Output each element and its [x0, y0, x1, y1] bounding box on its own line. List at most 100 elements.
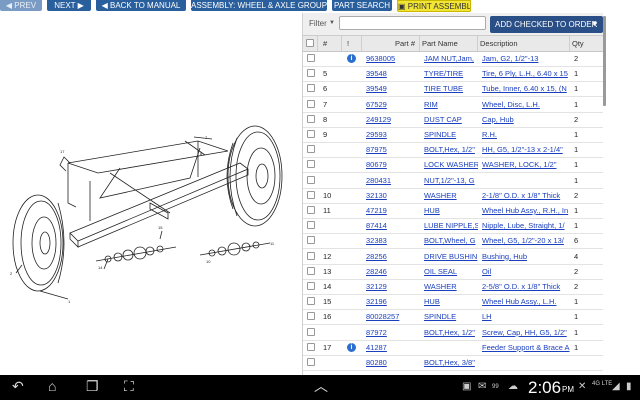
- cell-name[interactable]: DRIVE BUSHIN: [424, 249, 478, 264]
- cell-part[interactable]: 32129: [366, 279, 420, 294]
- header-part-number[interactable]: Part #: [362, 36, 420, 51]
- cell-desc[interactable]: 2-1/8" O.D. x 1/8" Thick: [482, 188, 570, 203]
- recent-apps-icon[interactable]: ❐: [86, 378, 99, 395]
- info-icon[interactable]: i: [347, 54, 356, 63]
- table-row[interactable]: 87414 LUBE NIPPLE,S Nipple, Lube, Straight…: [303, 218, 604, 235]
- cell-name[interactable]: HUB: [424, 203, 478, 218]
- table-row[interactable]: 7 67529 RIM Wheel, Disc, L.H. 1: [303, 97, 604, 113]
- row-checkbox[interactable]: [307, 282, 315, 290]
- table-row[interactable]: 11 47219 HUB Wheel Hub Assy., R.H., In 1: [303, 203, 604, 219]
- table-row[interactable]: 80679 LOCK WASHER WASHER, LOCK, 1/2" 1: [303, 157, 604, 174]
- row-checkbox[interactable]: [307, 99, 315, 108]
- cell-part[interactable]: 9638005: [366, 51, 420, 66]
- row-checkbox[interactable]: [307, 114, 315, 123]
- row-checkbox[interactable]: [307, 358, 315, 366]
- header-num[interactable]: #: [318, 36, 342, 51]
- cell-name[interactable]: BOLT,Hex, 3/8": [424, 355, 478, 370]
- cell-part[interactable]: 87972: [366, 325, 420, 340]
- cell-part[interactable]: 249129: [366, 112, 420, 127]
- cell-name[interactable]: [424, 340, 478, 355]
- table-row[interactable]: 6 39549 TIRE TUBE Tube, Inner, 6.40 x 15, (…: [303, 81, 604, 98]
- home-icon[interactable]: ⌂: [48, 378, 56, 394]
- cell-part[interactable]: 87414: [366, 218, 420, 233]
- add-checked-to-order-button[interactable]: ADD CHECKED TO ORDER ▼: [490, 16, 603, 33]
- cell-name[interactable]: LOCK WASHER: [424, 157, 478, 172]
- header-qty[interactable]: Qty: [570, 36, 604, 51]
- cell-desc[interactable]: Jam, G2, 1/2"-13: [482, 51, 570, 66]
- cell-part[interactable]: 87975: [366, 142, 420, 157]
- table-row[interactable]: 87975 BOLT,Hex, 1/2" HH, G5, 1/2"-13 x 2-1…: [303, 142, 604, 159]
- cell-desc[interactable]: Screw, Cap, HH, G5, 1/2": [482, 325, 570, 340]
- cell-desc[interactable]: Wheel Hub Assy., R.H., In: [482, 203, 570, 218]
- cell-part[interactable]: 47219: [366, 203, 420, 218]
- cell-desc[interactable]: [482, 355, 570, 370]
- cell-part[interactable]: 280431: [366, 173, 420, 188]
- cell-name[interactable]: WASHER: [424, 279, 478, 294]
- cell-name[interactable]: BOLT,Hex, 1/2": [424, 142, 478, 157]
- cell-desc[interactable]: Wheel, G5, 1/2"-20 x 13/: [482, 233, 570, 248]
- cell-name[interactable]: BOLT,Wheel, G: [424, 233, 478, 248]
- cell-part[interactable]: 39549: [366, 81, 420, 96]
- header-part-name[interactable]: Part Name: [420, 36, 478, 51]
- prev-button[interactable]: ◀ PREV: [0, 0, 42, 11]
- table-row[interactable]: 12 28256 DRIVE BUSHIN Bushing, Hub 4: [303, 249, 604, 265]
- cell-desc[interactable]: R.H.: [482, 127, 570, 142]
- cell-desc[interactable]: Wheel Hub Assy., L.H.: [482, 294, 570, 309]
- cell-desc[interactable]: Bushing, Hub: [482, 249, 570, 264]
- assembly-drawing[interactable]: 12 78 14 15 10 11 17: [0, 13, 300, 375]
- cell-desc[interactable]: Feeder Support & Brace A: [482, 340, 570, 355]
- cell-part[interactable]: 32383: [366, 233, 420, 248]
- cell-name[interactable]: JAM NUT,Jam,: [424, 51, 478, 66]
- cell-name[interactable]: SPINDLE: [424, 309, 478, 324]
- row-checkbox[interactable]: [307, 69, 315, 78]
- cell-name[interactable]: NUT,1/2"-13, G: [424, 173, 478, 188]
- cell-part[interactable]: 28256: [366, 249, 420, 264]
- cell-part[interactable]: 67529: [366, 97, 420, 112]
- row-checkbox[interactable]: [307, 312, 315, 321]
- cell-desc[interactable]: HH, G5, 1/2"-13 x 2-1/4": [482, 142, 570, 157]
- header-flag[interactable]: !: [342, 36, 362, 51]
- table-row[interactable]: 10 32130 WASHER 2-1/8" O.D. x 1/8" Thick 2: [303, 188, 604, 204]
- row-checkbox[interactable]: [307, 130, 315, 138]
- part-search-button[interactable]: PART SEARCH: [332, 0, 392, 11]
- row-checkbox[interactable]: [307, 221, 315, 230]
- table-row[interactable]: 32383 BOLT,Wheel, G Wheel, G5, 1/2"-20 x 1…: [303, 233, 604, 250]
- table-row[interactable]: 9 29593 SPINDLE R.H. 1: [303, 127, 604, 143]
- cell-desc[interactable]: WASHER, LOCK, 1/2": [482, 157, 570, 172]
- assembly-title-button[interactable]: ASSEMBLY: WHEEL & AXLE GROUP: [191, 0, 327, 11]
- cell-desc[interactable]: Nipple, Lube, Straight, 1/: [482, 218, 570, 233]
- cell-name[interactable]: BOLT,Hex, 1/2": [424, 325, 478, 340]
- cell-name[interactable]: DUST CAP: [424, 112, 478, 127]
- cell-part[interactable]: 41287: [366, 340, 420, 355]
- cell-desc[interactable]: Cap, Hub: [482, 112, 570, 127]
- table-row[interactable]: 8 249129 DUST CAP Cap, Hub 2: [303, 112, 604, 128]
- table-row[interactable]: i 9638005 JAM NUT,Jam, Jam, G2, 1/2"-13 2: [303, 51, 604, 67]
- cell-part[interactable]: 80679: [366, 157, 420, 172]
- cell-desc[interactable]: Oil: [482, 264, 570, 279]
- filter-input[interactable]: [339, 16, 486, 30]
- cell-desc[interactable]: Tire, 6 Ply, L.H., 6.40 x 15: [482, 66, 570, 81]
- cell-desc[interactable]: Wheel, Disc, L.H.: [482, 97, 570, 112]
- cell-name[interactable]: OIL SEAL: [424, 264, 478, 279]
- row-checkbox[interactable]: [307, 160, 315, 169]
- table-row[interactable]: 13 28246 OIL SEAL Oil 2: [303, 264, 604, 280]
- cell-part[interactable]: 39548: [366, 66, 420, 81]
- cell-part[interactable]: 32196: [366, 294, 420, 309]
- back-to-manual-button[interactable]: ◀ BACK TO MANUAL: [96, 0, 186, 11]
- cell-name[interactable]: WASHER: [424, 188, 478, 203]
- cell-desc[interactable]: 2-5/8" O.D. x 1/8" Thick: [482, 279, 570, 294]
- chevron-up-icon[interactable]: ︿: [314, 376, 328, 396]
- row-checkbox[interactable]: [307, 190, 315, 199]
- select-all-checkbox[interactable]: [306, 39, 314, 47]
- cell-part[interactable]: 80280: [366, 355, 420, 370]
- cell-name[interactable]: LUBE NIPPLE,S: [424, 218, 478, 233]
- row-checkbox[interactable]: [307, 206, 315, 214]
- filter-dropdown-icon[interactable]: ▼: [329, 20, 335, 26]
- cell-part[interactable]: 28246: [366, 264, 420, 279]
- cell-name[interactable]: HUB: [424, 294, 478, 309]
- back-icon[interactable]: ↶: [12, 378, 24, 395]
- row-checkbox[interactable]: [307, 342, 315, 351]
- info-icon[interactable]: i: [347, 342, 356, 352]
- row-checkbox[interactable]: [307, 266, 315, 275]
- table-row[interactable]: 5 39548 TYRE/TIRE Tire, 6 Ply, L.H., 6.40 x…: [303, 66, 604, 83]
